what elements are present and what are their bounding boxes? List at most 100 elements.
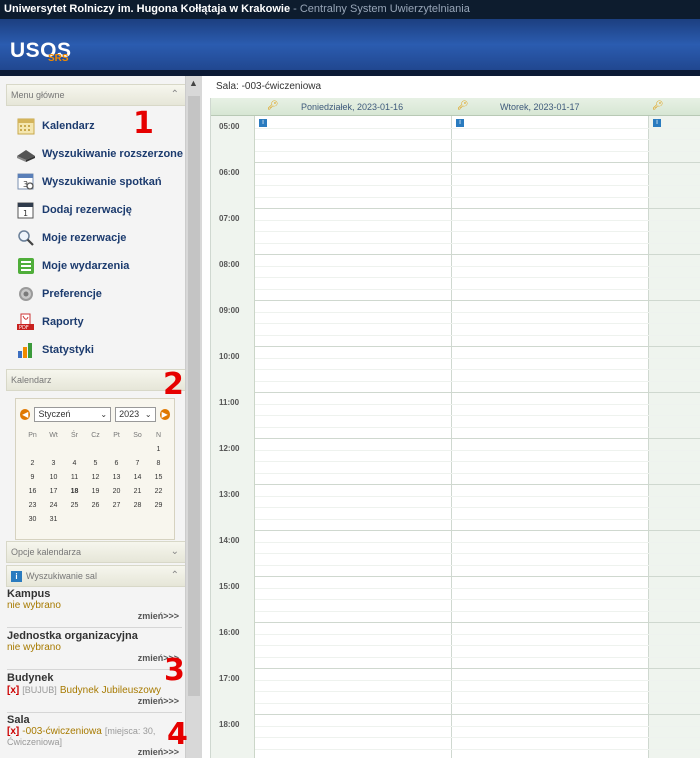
quarter-gridline — [255, 588, 700, 589]
calendar-day — [85, 513, 106, 527]
calendar-day[interactable]: 14 — [127, 471, 148, 485]
year-select[interactable]: 2023 ⌄ — [115, 406, 156, 422]
calendar-day[interactable]: 7 — [127, 457, 148, 471]
change-link[interactable]: zmień>>> — [7, 653, 179, 663]
calendar-day[interactable]: 29 — [148, 499, 169, 513]
change-link[interactable]: zmień>>> — [7, 611, 179, 621]
day-column[interactable] — [452, 116, 649, 758]
calendar-day[interactable]: 4 — [64, 457, 85, 471]
calendar-day[interactable]: 25 — [64, 499, 85, 513]
info-icon[interactable]: i — [259, 119, 267, 127]
prev-month-icon[interactable]: ◀ — [20, 408, 31, 420]
calendar-day[interactable]: 19 — [85, 485, 106, 499]
info-icon[interactable]: i — [653, 119, 661, 127]
remove-room-button[interactable]: [x] — [7, 726, 19, 737]
calendar-nav: ◀ Styczeń ⌄ 2023 ⌄ ▶ — [20, 405, 170, 423]
calendar-day[interactable]: 9 — [22, 471, 43, 485]
calendar-day[interactable]: 31 — [43, 513, 64, 527]
calendar-section-header[interactable]: Kalendarz — [6, 369, 185, 391]
menu-item-advanced-search[interactable]: Wyszukiwanie rozszerzone — [16, 143, 185, 165]
calendar-day[interactable]: 8 — [148, 457, 169, 471]
quarter-gridline — [255, 289, 700, 290]
month-select[interactable]: Styczeń ⌄ — [34, 406, 112, 422]
calendar-day[interactable]: 24 — [43, 499, 64, 513]
calendar-day[interactable]: 18 — [64, 485, 85, 499]
sidebar-scrollbar[interactable]: ▲ — [186, 76, 202, 758]
day-header: Wtorek, 2023-01-17 — [500, 102, 580, 112]
scroll-thumb[interactable] — [188, 96, 200, 696]
quarter-gridline — [255, 519, 700, 520]
weekday-label: Śr — [71, 432, 78, 439]
calendar-day[interactable]: 30 — [22, 513, 43, 527]
calendar-day[interactable]: 16 — [22, 485, 43, 499]
calendar-day[interactable]: 27 — [106, 499, 127, 513]
menu-item-calendar[interactable]: Kalendarz — [16, 115, 185, 137]
calendar-options-header[interactable]: Opcje kalendarza ⌄ — [6, 541, 185, 563]
system-name: - Centralny System Uwierzytelniania — [290, 3, 470, 15]
weekday-label: Pt — [113, 432, 120, 439]
collapse-icon[interactable]: ⌃ — [171, 566, 179, 586]
hour-gridline — [255, 392, 700, 393]
calendar-day[interactable]: 11 — [64, 471, 85, 485]
key-icon[interactable]: 🔑︎ — [267, 100, 278, 112]
filter-value: -003-ćwiczeniowa — [22, 726, 102, 737]
key-icon[interactable]: 🔑︎ — [457, 100, 468, 112]
change-link[interactable]: zmień>>> — [7, 747, 179, 757]
menu-item-my-events[interactable]: Moje wydarzenia — [16, 255, 185, 277]
quarter-gridline — [255, 657, 700, 658]
calendar-day — [64, 443, 85, 457]
main-menu-header[interactable]: Menu główne ⌃ — [6, 84, 185, 106]
menu-item-preferences[interactable]: Preferencje — [16, 283, 185, 305]
calendar-day[interactable]: 2 — [22, 457, 43, 471]
menu-item-my-reservations[interactable]: Moje rezerwacje — [16, 227, 185, 249]
quarter-gridline — [255, 185, 700, 186]
quarter-gridline — [255, 139, 700, 140]
key-icon[interactable]: 🔑︎ — [652, 100, 663, 112]
info-icon[interactable]: i — [456, 119, 464, 127]
quarter-gridline — [255, 427, 700, 428]
quarter-gridline — [255, 415, 700, 416]
menu-item-add-reservation[interactable]: 1 Dodaj rezerwację — [16, 199, 185, 221]
change-link[interactable]: zmień>>> — [7, 696, 179, 706]
menu-item-reports[interactable]: PDF Raporty — [16, 311, 185, 333]
calendar-day[interactable]: 3 — [43, 457, 64, 471]
collapse-icon[interactable]: ⌃ — [171, 85, 179, 105]
weekday-label: Wt — [49, 432, 58, 439]
hour-gridline — [255, 622, 700, 623]
calendar-day[interactable]: 6 — [106, 457, 127, 471]
quarter-gridline — [255, 703, 700, 704]
quarter-gridline — [255, 243, 700, 244]
quarter-gridline — [255, 369, 700, 370]
calendar-day[interactable]: 5 — [85, 457, 106, 471]
menu-item-label: Wyszukiwanie spotkań — [42, 176, 162, 188]
remove-building-button[interactable]: [x] — [7, 685, 19, 696]
menu-item-meeting-search[interactable]: 3 Wyszukiwanie spotkań — [16, 171, 185, 193]
hour-gridline — [255, 254, 700, 255]
next-month-icon[interactable]: ▶ — [159, 408, 170, 420]
quarter-gridline — [255, 496, 700, 497]
hour-gridline — [255, 484, 700, 485]
calendar-day[interactable]: 12 — [85, 471, 106, 485]
calendar-day[interactable]: 15 — [148, 471, 169, 485]
menu-item-statistics[interactable]: Statystyki — [16, 339, 185, 361]
calendar-day[interactable]: 23 — [22, 499, 43, 513]
calendar-day[interactable]: 13 — [106, 471, 127, 485]
calendar-day[interactable]: 10 — [43, 471, 64, 485]
calendar-day[interactable]: 20 — [106, 485, 127, 499]
calendar-day[interactable]: 28 — [127, 499, 148, 513]
calendar-day[interactable]: 1 — [148, 443, 169, 457]
building-code: [BUJUB] — [22, 685, 57, 695]
scroll-up-icon[interactable]: ▲ — [189, 78, 198, 88]
day-column[interactable] — [255, 116, 452, 758]
day-column[interactable] — [649, 116, 700, 758]
expand-icon[interactable]: ⌄ — [171, 542, 179, 562]
calendar-icon — [16, 117, 36, 135]
week-row: 23 24 25 26 27 28 29 — [22, 499, 170, 513]
room-search-header[interactable]: i Wyszukiwanie sal ⌃ — [6, 565, 185, 587]
calendar-day[interactable]: 22 — [148, 485, 169, 499]
hour-label: 06:00 — [219, 168, 240, 177]
day-header-row: 🔑︎ Poniedziałek, 2023-01-16 🔑︎ Wtorek, 2… — [211, 98, 700, 116]
calendar-day[interactable]: 26 — [85, 499, 106, 513]
calendar-day[interactable]: 17 — [43, 485, 64, 499]
calendar-day[interactable]: 21 — [127, 485, 148, 499]
